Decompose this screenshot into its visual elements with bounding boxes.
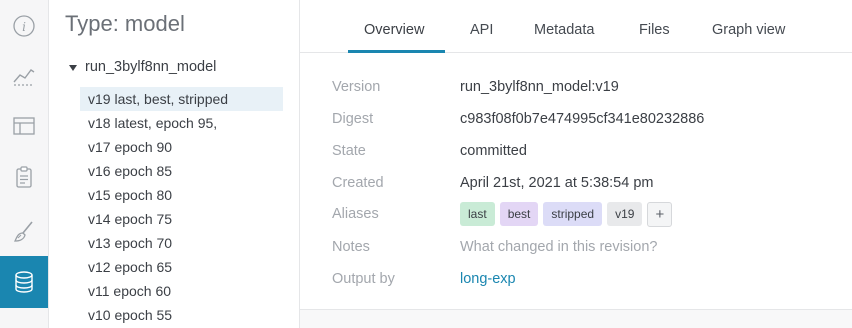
version-item[interactable]: v10 epoch 55 [80,303,283,327]
active-tab-indicator [348,50,445,53]
tab-graph-view[interactable]: Graph view [712,22,785,38]
collection-row[interactable]: run_3bylf8nn_model [69,59,216,75]
version-label: Version [332,79,381,95]
state-value: committed [460,143,527,159]
version-item[interactable]: v12 epoch 65 [80,255,283,279]
created-label: Created [332,175,384,191]
version-item[interactable]: v18 latest, epoch 95, [80,111,283,135]
version-item[interactable]: v11 epoch 60 [80,279,283,303]
digest-value: c983f08f0b7e474995cf341e80232886 [460,111,705,127]
caret-down-icon[interactable] [69,64,77,71]
state-label: State [332,143,366,159]
created-row: Created April 21st, 2021 at 5:38:54 pm [332,172,832,194]
table-icon [13,117,35,135]
tab-metadata[interactable]: Metadata [534,22,594,38]
alias-chip[interactable]: v19 [607,202,643,226]
reports-nav-button[interactable] [0,151,48,203]
tab-api[interactable]: API [470,22,493,38]
notes-label: Notes [332,239,370,255]
state-row: State committed [332,140,832,162]
artifact-detail-card: Overview API Metadata Files Graph view V… [300,0,852,310]
database-icon [15,271,33,293]
tab-bar: Overview API Metadata Files Graph view [300,0,852,53]
alias-chip[interactable]: best [499,202,539,226]
aliases-row: Aliases last best stripped v19 + [332,201,832,227]
version-list: v19 last, best, stripped v18 latest, epo… [80,87,283,327]
notes-input[interactable]: What changed in this revision? [460,239,657,255]
alias-chip-list: last best stripped v19 + [460,201,673,227]
digest-row: Digest c983f08f0b7e474995cf341e80232886 [332,108,832,130]
artifacts-nav-button[interactable] [0,256,48,308]
artifact-detail-area: Overview API Metadata Files Graph view V… [300,0,852,328]
add-alias-button[interactable]: + [647,201,673,227]
output-run-link[interactable]: long-exp [460,271,516,287]
svg-text:i: i [22,20,26,34]
info-nav-button[interactable]: i [0,0,48,52]
sweeps-nav-button[interactable] [0,206,48,258]
brush-icon [13,221,33,242]
version-item[interactable]: v17 epoch 90 [80,135,283,159]
alias-chip[interactable]: stripped [543,202,603,226]
version-item[interactable]: v16 epoch 85 [80,159,283,183]
digest-label: Digest [332,111,374,127]
created-value: April 21st, 2021 at 5:38:54 pm [460,175,654,191]
aliases-label: Aliases [332,206,379,222]
artifact-type-title: Type: model [65,11,185,36]
icon-rail: i [0,0,49,328]
chart-icon [13,69,35,86]
notes-row: Notes What changed in this revision? [332,236,832,258]
table-nav-button[interactable] [0,100,48,152]
output-row: Output by long-exp [332,268,832,290]
clipboard-icon [16,166,32,188]
version-value: run_3bylf8nn_model:v19 [460,79,619,95]
output-label: Output by [332,271,395,287]
tab-overview[interactable]: Overview [364,22,424,38]
version-item[interactable]: v15 epoch 80 [80,183,283,207]
info-icon: i [13,15,35,37]
artifact-list-panel: Type: model run_3bylf8nn_model v19 last,… [49,0,300,328]
version-item[interactable]: v19 last, best, stripped [80,87,283,111]
tab-files[interactable]: Files [639,22,670,38]
version-row: Version run_3bylf8nn_model:v19 [332,76,832,98]
collection-label: run_3bylf8nn_model [85,59,217,75]
alias-chip[interactable]: last [460,202,495,226]
charts-nav-button[interactable] [0,50,48,102]
version-item[interactable]: v13 epoch 70 [80,231,283,255]
version-item[interactable]: v14 epoch 75 [80,207,283,231]
